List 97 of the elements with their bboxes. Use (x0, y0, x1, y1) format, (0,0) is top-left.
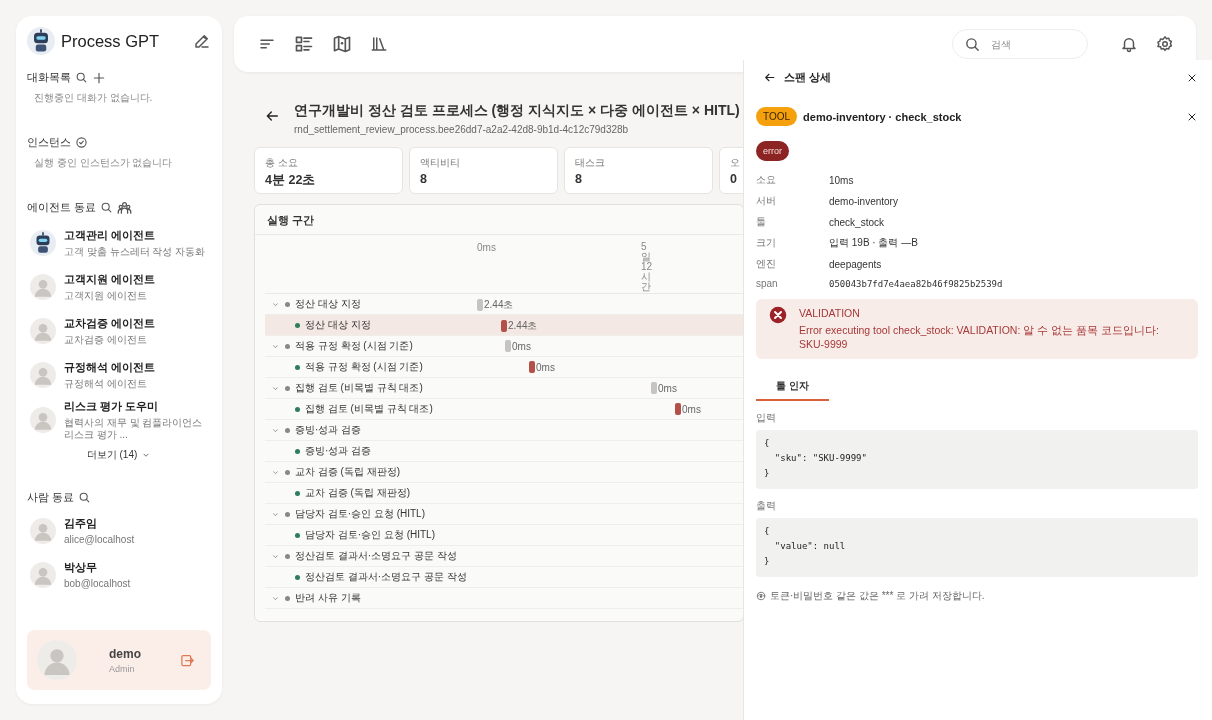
duration-label: 2.44초 (508, 319, 538, 333)
stat-label: 오 (730, 156, 740, 170)
field-key: 소요 (756, 173, 829, 187)
user-name: demo (109, 646, 142, 661)
agent-description: 교차검증 에이전트 (64, 334, 148, 346)
empty-message: 진행중인 대화가 없습니다. (34, 91, 154, 105)
group-label: 교차 검증 (독립 재판정) (295, 465, 400, 479)
person-item[interactable]: 박상무 bob@localhost (27, 553, 211, 597)
section-title: 인스턴스 (27, 135, 71, 150)
stat-value: 0 (730, 172, 737, 186)
agent-description: 고객지원 에이전트 (64, 290, 148, 302)
agent-description: 협력사의 재무 및 컴플라이언스 리스크 평가 ... (64, 417, 204, 441)
more-button[interactable]: 더보기 (14) (84, 446, 154, 464)
stat-label: 총 소요 (265, 156, 298, 170)
stat-label: 액티비티 (420, 156, 460, 170)
code-block: { "sku": "SKU-9999" } (756, 430, 1198, 490)
agent-name: 규정해석 에이전트 (64, 360, 157, 375)
span-label: 교차 검증 (독립 재판정) (305, 486, 410, 500)
panel-title: 스팬 상세 (784, 70, 833, 85)
span-row[interactable]: 적용 규정 확정 (시점 기준) 0ms (265, 357, 743, 378)
group-label: 담당자 검토·승인 요청 (HITL) (295, 507, 425, 521)
axis-label: 5일12시간 (641, 242, 654, 292)
group-label: 집행 검토 (비목별 규칙 대조) (295, 381, 423, 395)
agent-item[interactable]: 고객지원 에이전트 고객지원 에이전트 (27, 265, 211, 309)
field-value: deepagents (829, 258, 883, 270)
agent-name: 고객관리 에이전트 (64, 228, 157, 243)
agent-name: 고객지원 에이전트 (64, 272, 157, 287)
span-label: 적용 규정 확정 (시점 기준) (305, 360, 423, 374)
axis-label: 0ms (477, 242, 496, 253)
field-key: 서버 (756, 194, 829, 208)
section-title: 대화목록 (27, 70, 71, 85)
group-label: 정산 대상 지정 (295, 297, 361, 311)
type-badge: TOOL (756, 107, 798, 126)
agent-item[interactable]: 리스크 평가 도우미 협력사의 재무 및 컴플라이언스 리스크 평가 ... (27, 397, 211, 443)
agent-item[interactable]: 고객관리 에이전트 고객 맞춤 뉴스레터 작성 자동화 (27, 221, 211, 265)
timeline-title: 실행 구간 (255, 205, 743, 235)
span-title: demo-inventory · check_stock (803, 110, 963, 123)
field-value: demo-inventory (829, 195, 899, 207)
person-item[interactable]: 김주임 alice@localhost (27, 509, 211, 553)
stat-value: 4분 22초 (265, 172, 316, 189)
span-label: 정산검토 결과서·소명요구 공문 작성 (305, 570, 467, 584)
duration-label: 0ms (682, 403, 701, 415)
error-message: Error executing tool check_stock: VALIDATION: 알 수 없는 품목 코드입니다: SKU-9999 (799, 322, 1160, 353)
group-label: 적용 규정 확정 (시점 기준) (295, 339, 413, 353)
agent-item[interactable]: 교차검증 에이전트 교차검증 에이전트 (27, 309, 211, 353)
status-badge: error (756, 141, 789, 161)
process-id: rnd_settlement_review_process.bee26dd7-a2a2-42d8-9b1d-4c12c79d328b (294, 124, 630, 135)
span-label: 증빙·성과 검증 (305, 444, 372, 458)
stat-value: 8 (575, 172, 582, 186)
field-key: span (756, 278, 829, 289)
person-email: bob@localhost (64, 578, 132, 590)
duration-label: 2.44초 (484, 298, 514, 312)
agent-name: 교차검증 에이전트 (64, 316, 157, 331)
group-label: 정산검토 결과서·소명요구 공문 작성 (295, 549, 457, 563)
empty-message: 실행 중인 인스턴스가 없습니다 (34, 156, 174, 170)
group-label: 증빙·성과 검증 (295, 423, 362, 437)
agent-name: 리스크 평가 도우미 (64, 399, 160, 414)
field-value: 입력 19B · 출력 —B (829, 236, 919, 250)
span-row[interactable]: 담당자 검토·승인 요청 (HITL) (265, 525, 743, 546)
tab[interactable]: 툴 인자 (756, 375, 829, 402)
user-role: Admin (109, 663, 136, 674)
span-row[interactable]: 정산 대상 지정 2.44초 (265, 315, 743, 336)
agent-description: 규정해석 에이전트 (64, 378, 148, 390)
field-key: 엔진 (756, 257, 829, 271)
stat-value: 8 (420, 172, 427, 186)
note-text: 토큰·비밀번호 같은 값은 *** 로 가려 저장합니다. (770, 589, 985, 604)
stat-label: 태스크 (575, 156, 605, 170)
section-title: 사람 동료 (27, 490, 75, 505)
duration-label: 0ms (658, 382, 677, 394)
code-block: { "value": null } (756, 518, 1198, 578)
field-value: check_stock (829, 216, 886, 228)
search-field[interactable]: 검색 (952, 29, 1088, 59)
process-title: 연구개발비 정산 검토 프로세스 (행정 지식지도 × 다중 에이전트 × HITL) (294, 102, 740, 120)
span-row[interactable]: 교차 검증 (독립 재판정) (265, 483, 743, 504)
app-name: Process GPT (61, 31, 161, 51)
field-value: 050043b7fd7e4aea82b46f9825b2539d (829, 278, 1004, 289)
section-label: 입력 (756, 411, 777, 426)
section-label: 출력 (756, 499, 777, 514)
section-title: 에이전트 동료 (27, 200, 97, 215)
span-row[interactable]: 증빙·성과 검증 (265, 441, 743, 462)
duration-label: 0ms (512, 340, 531, 352)
group-label: 반려 사유 기록 (295, 591, 361, 605)
field-key: 툴 (756, 215, 829, 229)
span-row[interactable]: 집행 검토 (비목별 규칙 대조) 0ms (265, 399, 743, 420)
span-label: 담당자 검토·승인 요청 (HITL) (305, 528, 435, 542)
span-row[interactable]: 정산검토 결과서·소명요구 공문 작성 (265, 567, 743, 588)
span-label: 집행 검토 (비목별 규칙 대조) (305, 402, 433, 416)
person-email: alice@localhost (64, 534, 136, 546)
agent-description: 고객 맞춤 뉴스레터 작성 자동화 (64, 246, 207, 258)
duration-label: 0ms (536, 361, 555, 373)
person-name: 박상무 (64, 560, 98, 575)
field-key: 크기 (756, 236, 829, 250)
span-label: 정산 대상 지정 (305, 318, 371, 332)
person-name: 김주임 (64, 516, 98, 531)
error-code: VALIDATION (799, 306, 861, 321)
field-value: 10ms (829, 174, 855, 186)
agent-item[interactable]: 규정해석 에이전트 규정해석 에이전트 (27, 353, 211, 397)
